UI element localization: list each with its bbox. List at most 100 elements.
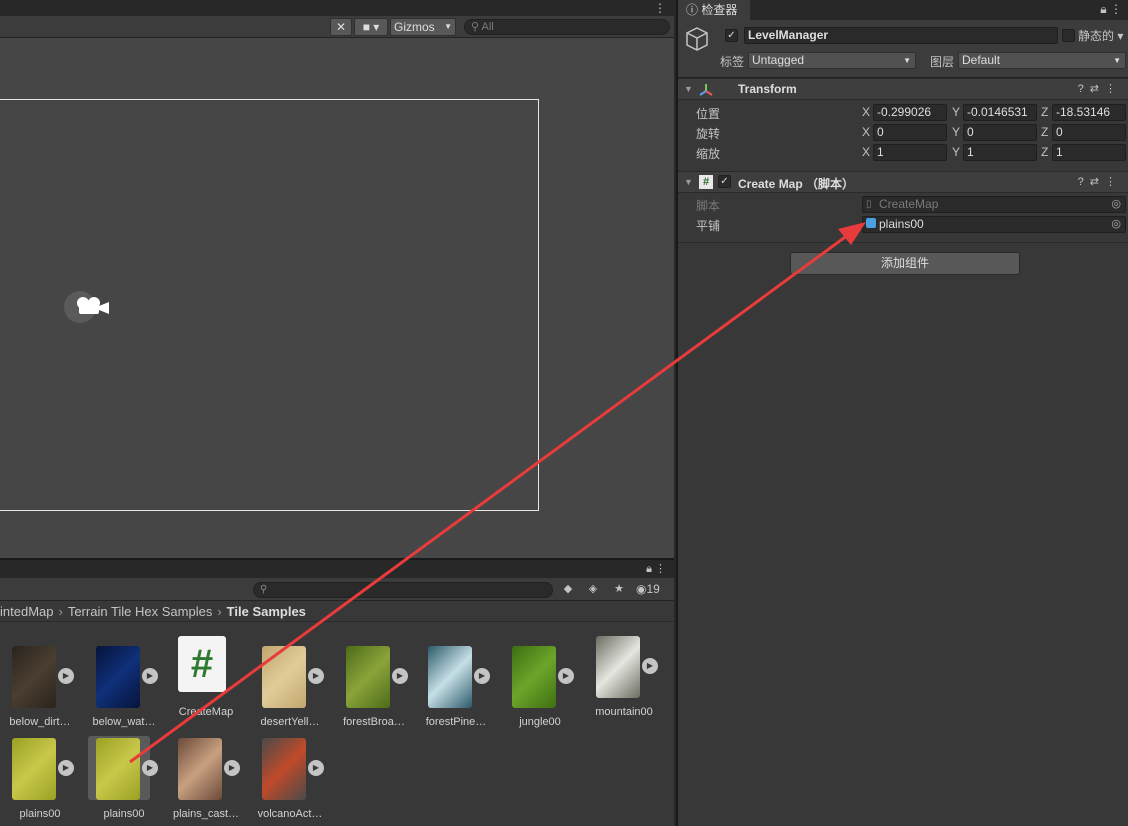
play-icon[interactable]: ▶ [58, 760, 74, 776]
asset-item[interactable]: ▶ plains00 [88, 736, 172, 826]
transform-z-field[interactable]: 0 [1052, 124, 1126, 141]
tag-dropdown[interactable]: Untagged ▼ [748, 52, 916, 69]
scene-camera-dropdown[interactable]: ■ ▾ [354, 18, 388, 36]
axis-z-label[interactable]: Z [1041, 125, 1048, 139]
foldout-arrow-icon[interactable]: ▼ [684, 84, 693, 94]
axis-z-label[interactable]: Z [1041, 105, 1048, 119]
axis-x-label[interactable]: X [862, 105, 870, 119]
project-toolbar: ⚲ ◆ ◈ ★ ◉19 [0, 578, 674, 601]
breadcrumb: intedMap › Terrain Tile Hex Samples › Tile S… [0, 602, 674, 622]
project-lock-menu-icons[interactable]: 🔒︎ ⋮ [646, 562, 666, 576]
transform-header[interactable]: ▼ Transform ?⇄⋮ [678, 78, 1128, 100]
cube-icon [686, 27, 708, 51]
asset-item[interactable]: ▶ plains_cast… [170, 738, 254, 826]
layer-dropdown[interactable]: Default ▼ [958, 52, 1126, 69]
transform-z-field[interactable]: -18.53146 [1052, 104, 1126, 121]
asset-item[interactable]: # CreateMap [170, 636, 254, 724]
scene-menu-icon[interactable]: ⋮ [654, 0, 666, 16]
tile-thumbnail [178, 738, 222, 800]
tab-inspector[interactable]: ⓘ 检查器 [678, 0, 750, 20]
play-icon[interactable]: ▶ [142, 668, 158, 684]
filter-type-icon[interactable]: ◆ [557, 581, 579, 598]
camera-gizmo-icon[interactable] [63, 290, 111, 324]
transform-y-field[interactable]: 1 [963, 144, 1037, 161]
transform-x-field[interactable]: 0 [873, 124, 947, 141]
layer-label: 图层 [930, 55, 955, 69]
transform-row-label: 位置 [696, 107, 721, 121]
tools-icon[interactable]: ✕ [330, 18, 352, 36]
axis-x-label[interactable]: X [862, 125, 870, 139]
breadcrumb-separator-icon: › [58, 604, 63, 619]
play-icon[interactable]: ▶ [224, 760, 240, 776]
axis-y-label[interactable]: Y [952, 145, 960, 159]
tile-asset-icon [866, 218, 876, 228]
asset-label: jungle00 [519, 716, 561, 728]
asset-item[interactable]: ▶ forestBroa… [338, 646, 422, 734]
asset-item[interactable]: ▶ volcanoAct… [254, 738, 338, 826]
scene-view[interactable]: ⋮ ✕ ■ ▾ Gizmos ▼ ⚲ All [0, 0, 674, 558]
project-search-input[interactable]: ⚲ [253, 582, 553, 598]
transform-x-field[interactable]: 1 [873, 144, 947, 161]
tile-thumbnail [96, 738, 140, 800]
favorite-star-icon[interactable]: ★ [608, 581, 630, 598]
inspector-lock-menu-icons[interactable]: 🔒︎ ⋮ [1100, 2, 1122, 17]
tile-thumbnail [96, 646, 140, 708]
asset-item[interactable]: ▶ desertYell… [254, 646, 338, 734]
transform-row-label: 旋转 [696, 127, 721, 141]
play-icon[interactable]: ▶ [474, 668, 490, 684]
breadcrumb-item[interactable]: Terrain Tile Hex Samples [68, 604, 213, 619]
gizmos-button[interactable]: Gizmos ▼ [390, 18, 456, 36]
asset-item[interactable]: ▶ below_dirt… [4, 646, 88, 734]
component-help-settings-icons[interactable]: ?⇄⋮ [1078, 82, 1122, 95]
static-dropdown[interactable]: 静态的 ▾ [1078, 27, 1123, 44]
play-icon[interactable]: ▶ [58, 668, 74, 684]
breadcrumb-item[interactable]: intedMap [0, 604, 53, 619]
play-icon[interactable]: ▶ [142, 760, 158, 776]
play-icon[interactable]: ▶ [308, 668, 324, 684]
asset-label: forestPine… [425, 716, 487, 728]
asset-item[interactable]: ▶ jungle00 [504, 646, 588, 734]
transform-x-field[interactable]: -0.299026 [873, 104, 947, 121]
filter-label-icon[interactable]: ◈ [582, 581, 604, 598]
transform-row-label: 缩放 [696, 147, 721, 161]
transform-y-field[interactable]: 0 [963, 124, 1037, 141]
asset-item[interactable]: ▶ mountain00 [588, 636, 672, 724]
scene-search-input[interactable]: ⚲ All [464, 19, 670, 35]
gameobject-header: ✓ LevelManager 静态的 ▾ 标签 Untagged ▼ 图层 Def… [678, 20, 1128, 78]
tile-thumbnail [596, 636, 640, 698]
asset-label: mountain00 [595, 706, 653, 718]
tile-label: 平铺 [696, 219, 721, 233]
play-icon[interactable]: ▶ [558, 668, 574, 684]
project-panel: 🔒︎ ⋮ ⚲ ◆ ◈ ★ ◉19 intedMap › Terrain Tile H… [0, 558, 674, 826]
transform-z-field[interactable]: 1 [1052, 144, 1126, 161]
play-icon[interactable]: ▶ [642, 658, 658, 674]
hidden-count: 19 [646, 582, 660, 596]
tile-object-field[interactable]: plains00 ◎ [862, 216, 1126, 233]
component-help-settings-icons[interactable]: ?⇄⋮ [1078, 175, 1122, 188]
object-picker-icon[interactable]: ◎ [1111, 217, 1121, 232]
add-component-button[interactable]: 添加组件 [790, 252, 1020, 275]
hidden-packages-toggle[interactable]: ◉19 [636, 581, 660, 598]
active-checkbox[interactable]: ✓ [725, 29, 738, 42]
asset-label: below_dirt… [9, 716, 71, 728]
asset-item[interactable]: ▶ below_wat… [88, 646, 172, 734]
axis-y-label[interactable]: Y [952, 125, 960, 139]
script-field: ▯ CreateMap ◎ [862, 196, 1126, 213]
project-tab-bar: 🔒︎ ⋮ [0, 560, 674, 578]
axis-y-label[interactable]: Y [952, 105, 960, 119]
foldout-arrow-icon[interactable]: ▼ [684, 177, 693, 187]
create-map-header[interactable]: ▼ # ✓ Create Map （脚本） ?⇄⋮ [678, 171, 1128, 193]
axis-z-label[interactable]: Z [1041, 145, 1048, 159]
asset-item[interactable]: ▶ plains00 [4, 738, 88, 826]
play-icon[interactable]: ▶ [308, 760, 324, 776]
chevron-down-icon[interactable]: ▼ [444, 19, 452, 35]
breadcrumb-item-current[interactable]: Tile Samples [227, 604, 306, 619]
axis-x-label[interactable]: X [862, 145, 870, 159]
play-icon[interactable]: ▶ [392, 668, 408, 684]
object-name-field[interactable]: LevelManager [744, 27, 1058, 44]
component-enabled-checkbox[interactable]: ✓ [718, 175, 731, 188]
transform-y-field[interactable]: -0.0146531 [963, 104, 1037, 121]
asset-item[interactable]: ▶ forestPine… [420, 646, 504, 734]
static-checkbox[interactable] [1062, 29, 1075, 42]
chevron-down-icon: ▼ [903, 56, 911, 65]
